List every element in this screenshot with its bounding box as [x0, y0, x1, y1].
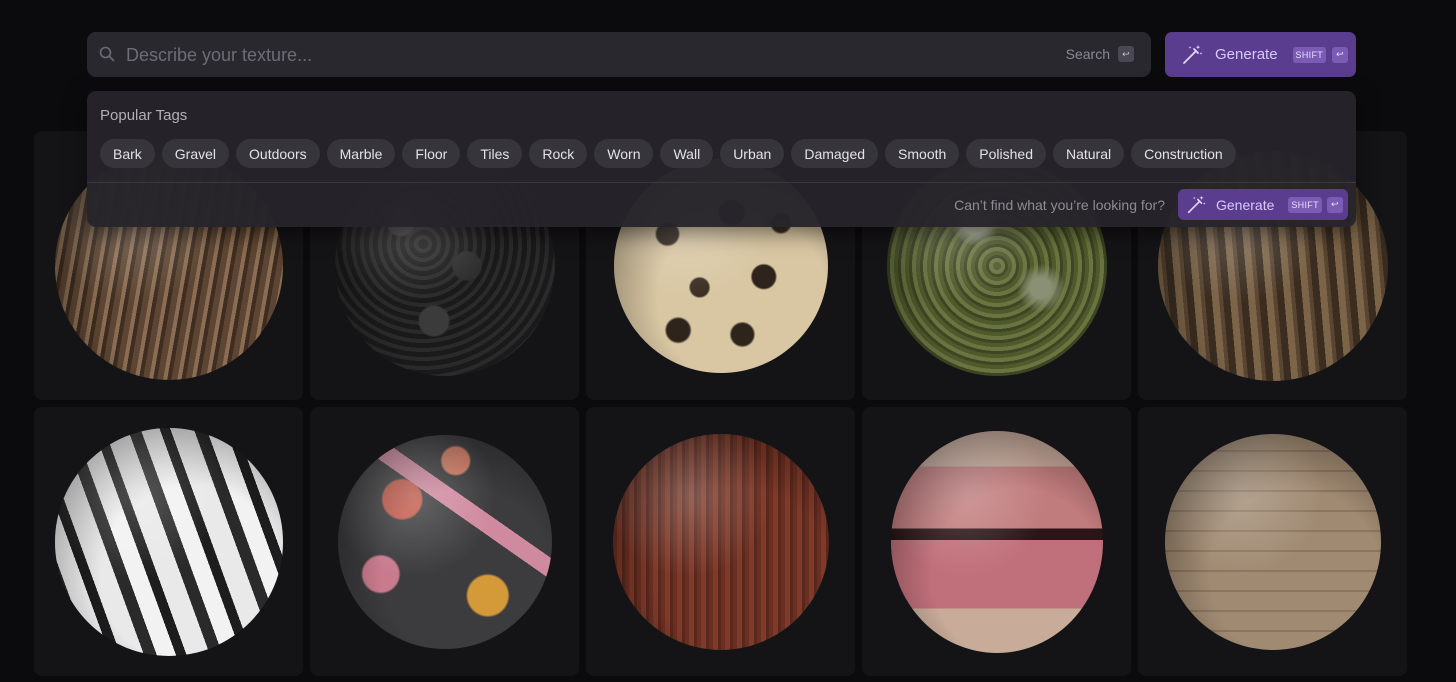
tag-outdoors[interactable]: Outdoors: [236, 139, 320, 168]
polished-wood-sphere-icon: [612, 433, 829, 650]
tag-natural[interactable]: Natural: [1052, 139, 1125, 168]
terrazzo-sphere-icon: [337, 434, 552, 649]
tag-bark[interactable]: Bark: [100, 139, 155, 168]
texture-card[interactable]: [310, 407, 579, 676]
cant-find-text: Can’t find what you’re looking for?: [954, 196, 1165, 213]
tag-gravel[interactable]: Gravel: [161, 139, 230, 168]
enter-key-icon: ↩: [1326, 196, 1343, 213]
search-hint-label: Search: [1065, 46, 1110, 62]
tag-floor[interactable]: Floor: [402, 139, 461, 168]
generate-button[interactable]: Generate SHIFT ↩: [1165, 32, 1356, 77]
tag-urban[interactable]: Urban: [720, 139, 785, 168]
search-bar[interactable]: Search ↩: [87, 32, 1151, 79]
tag-polished[interactable]: Polished: [966, 139, 1046, 168]
footer-generate-label: Generate: [1216, 196, 1275, 213]
footer-generate-button[interactable]: Generate SHIFT ↩: [1178, 189, 1348, 220]
panel-footer: Can’t find what you’re looking for? Gene…: [954, 189, 1348, 220]
stone-wall-sphere-icon: [1164, 433, 1381, 650]
enter-key-icon: ↩: [1118, 46, 1134, 62]
tag-damaged[interactable]: Damaged: [791, 139, 879, 168]
tag-smooth[interactable]: Smooth: [885, 139, 960, 168]
popular-tags-panel: Popular Tags Bark Gravel Outdoors Marble…: [87, 91, 1356, 227]
generate-button-label: Generate: [1215, 46, 1278, 63]
tag-construction[interactable]: Construction: [1131, 139, 1236, 168]
tag-rock[interactable]: Rock: [529, 139, 588, 168]
tag-tiles[interactable]: Tiles: [467, 139, 523, 168]
tag-worn[interactable]: Worn: [594, 139, 654, 168]
texture-card[interactable]: [862, 407, 1131, 676]
tag-marble[interactable]: Marble: [326, 139, 396, 168]
tag-wall[interactable]: Wall: [660, 139, 714, 168]
texture-card[interactable]: [1138, 407, 1407, 676]
texture-card[interactable]: [34, 407, 303, 676]
shift-key-icon: SHIFT: [1292, 46, 1327, 63]
enter-key-icon: ↩: [1332, 46, 1349, 63]
snow-rock-sphere-icon: [54, 427, 283, 656]
search-hint[interactable]: Search ↩: [1066, 46, 1134, 62]
search-icon: [99, 46, 115, 62]
shift-key-icon: SHIFT: [1288, 196, 1322, 213]
panel-divider: [87, 182, 1356, 183]
popular-tags-title: Popular Tags: [100, 107, 188, 124]
magic-wand-icon: [1187, 195, 1206, 213]
search-input[interactable]: [124, 32, 1028, 79]
lips-sphere-icon: [890, 430, 1103, 653]
magic-wand-icon: [1183, 44, 1203, 64]
texture-card[interactable]: [586, 407, 855, 676]
tag-list: Bark Gravel Outdoors Marble Floor Tiles …: [100, 139, 1236, 168]
